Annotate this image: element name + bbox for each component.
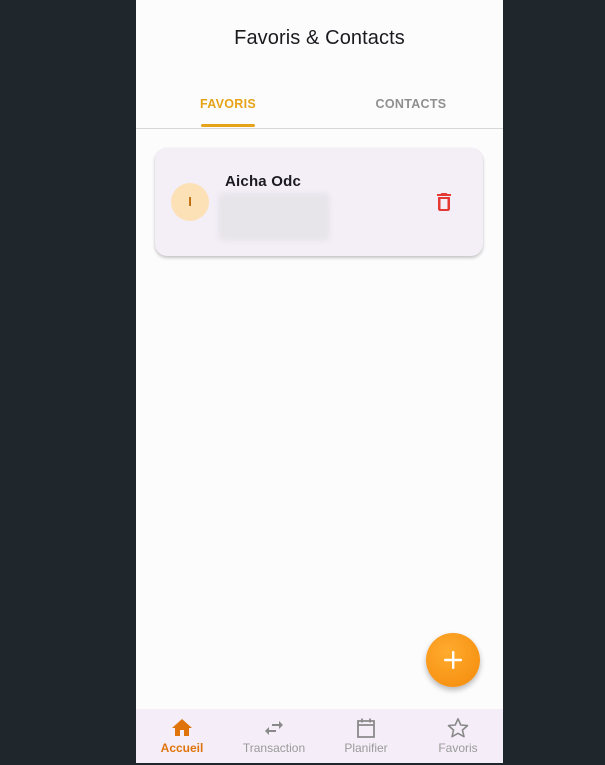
delete-button[interactable] [432, 190, 456, 214]
page-title: Favoris & Contacts [234, 27, 405, 49]
tab-bar: FAVORIS CONTACTS [136, 84, 503, 129]
star-icon [447, 718, 469, 738]
tab-favoris[interactable]: FAVORIS [136, 84, 320, 128]
bottom-navigation: Accueil Transaction Planifier Favoris [136, 709, 503, 763]
screen-background: Favoris & Contacts FAVORIS CONTACTS I Ai… [0, 0, 605, 765]
calendar-icon [357, 718, 375, 738]
contact-name: Aicha Odc [225, 173, 301, 190]
trash-icon [437, 193, 451, 211]
nav-item-planifier[interactable]: Planifier [320, 709, 412, 763]
app-window: Favoris & Contacts FAVORIS CONTACTS I Ai… [136, 0, 503, 763]
plus-icon [444, 651, 462, 669]
add-favorite-button[interactable] [426, 633, 480, 687]
nav-item-accueil[interactable]: Accueil [136, 709, 228, 763]
tab-contacts-label: CONTACTS [375, 97, 447, 111]
redacted-contact-details [218, 193, 330, 241]
nav-item-favoris[interactable]: Favoris [412, 709, 503, 763]
home-icon [172, 719, 192, 736]
nav-label-accueil: Accueil [160, 741, 204, 755]
tab-contacts[interactable]: CONTACTS [319, 84, 503, 128]
nav-label-planifier: Planifier [344, 741, 388, 755]
swap-arrows-icon [265, 721, 283, 735]
active-tab-indicator [201, 124, 255, 127]
nav-label-favoris: Favoris [438, 741, 478, 755]
nav-label-transaction: Transaction [242, 741, 306, 755]
avatar: I [171, 183, 209, 221]
favorite-contact-card[interactable]: I Aicha Odc [155, 148, 483, 256]
tab-favoris-label: FAVORIS [199, 97, 257, 111]
nav-item-transaction[interactable]: Transaction [228, 709, 320, 763]
